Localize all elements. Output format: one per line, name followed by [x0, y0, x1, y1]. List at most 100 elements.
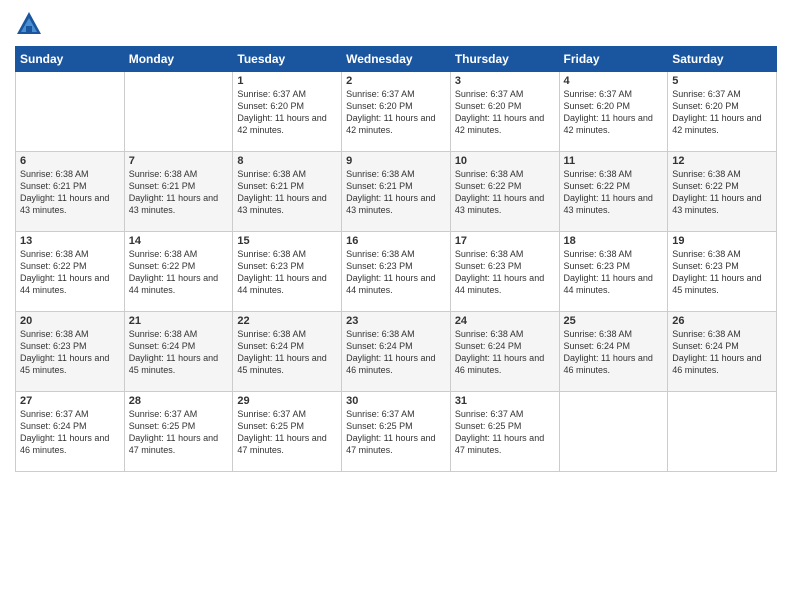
- calendar-cell: 20Sunrise: 6:38 AM Sunset: 6:23 PM Dayli…: [16, 312, 125, 392]
- day-number: 21: [129, 315, 229, 327]
- day-number: 20: [20, 315, 120, 327]
- day-info: Sunrise: 6:37 AM Sunset: 6:20 PM Dayligh…: [237, 88, 337, 137]
- weekday-header: Saturday: [668, 47, 777, 72]
- calendar-week-row: 6Sunrise: 6:38 AM Sunset: 6:21 PM Daylig…: [16, 152, 777, 232]
- day-number: 6: [20, 155, 120, 167]
- day-info: Sunrise: 6:37 AM Sunset: 6:25 PM Dayligh…: [455, 408, 555, 457]
- calendar-cell: 25Sunrise: 6:38 AM Sunset: 6:24 PM Dayli…: [559, 312, 668, 392]
- calendar-cell: 5Sunrise: 6:37 AM Sunset: 6:20 PM Daylig…: [668, 72, 777, 152]
- day-info: Sunrise: 6:37 AM Sunset: 6:20 PM Dayligh…: [564, 88, 664, 137]
- day-info: Sunrise: 6:38 AM Sunset: 6:23 PM Dayligh…: [672, 248, 772, 297]
- header: [15, 10, 777, 38]
- day-info: Sunrise: 6:38 AM Sunset: 6:24 PM Dayligh…: [455, 328, 555, 377]
- day-info: Sunrise: 6:38 AM Sunset: 6:23 PM Dayligh…: [346, 248, 446, 297]
- day-info: Sunrise: 6:38 AM Sunset: 6:23 PM Dayligh…: [564, 248, 664, 297]
- day-number: 12: [672, 155, 772, 167]
- page: SundayMondayTuesdayWednesdayThursdayFrid…: [0, 0, 792, 612]
- day-number: 29: [237, 395, 337, 407]
- day-number: 28: [129, 395, 229, 407]
- day-number: 10: [455, 155, 555, 167]
- day-info: Sunrise: 6:37 AM Sunset: 6:25 PM Dayligh…: [129, 408, 229, 457]
- day-info: Sunrise: 6:38 AM Sunset: 6:22 PM Dayligh…: [564, 168, 664, 217]
- day-number: 22: [237, 315, 337, 327]
- calendar-cell: 6Sunrise: 6:38 AM Sunset: 6:21 PM Daylig…: [16, 152, 125, 232]
- day-info: Sunrise: 6:38 AM Sunset: 6:23 PM Dayligh…: [455, 248, 555, 297]
- calendar-cell: 24Sunrise: 6:38 AM Sunset: 6:24 PM Dayli…: [450, 312, 559, 392]
- day-number: 7: [129, 155, 229, 167]
- weekday-header: Tuesday: [233, 47, 342, 72]
- day-number: 8: [237, 155, 337, 167]
- day-info: Sunrise: 6:38 AM Sunset: 6:21 PM Dayligh…: [129, 168, 229, 217]
- weekday-header: Sunday: [16, 47, 125, 72]
- calendar-cell: 19Sunrise: 6:38 AM Sunset: 6:23 PM Dayli…: [668, 232, 777, 312]
- calendar-cell: [668, 392, 777, 472]
- calendar-header-row: SundayMondayTuesdayWednesdayThursdayFrid…: [16, 47, 777, 72]
- day-number: 9: [346, 155, 446, 167]
- day-info: Sunrise: 6:38 AM Sunset: 6:24 PM Dayligh…: [346, 328, 446, 377]
- day-info: Sunrise: 6:38 AM Sunset: 6:24 PM Dayligh…: [672, 328, 772, 377]
- day-number: 4: [564, 75, 664, 87]
- day-number: 31: [455, 395, 555, 407]
- calendar-cell: 3Sunrise: 6:37 AM Sunset: 6:20 PM Daylig…: [450, 72, 559, 152]
- day-number: 23: [346, 315, 446, 327]
- calendar-week-row: 13 Sunrise: 6:38 AM Sunset: 6:22 PM Dayli…: [16, 232, 777, 312]
- calendar-cell: 26Sunrise: 6:38 AM Sunset: 6:24 PM Dayli…: [668, 312, 777, 392]
- day-number: 17: [455, 235, 555, 247]
- day-info: Sunrise: 6:37 AM Sunset: 6:24 PM Dayligh…: [20, 408, 120, 457]
- calendar-cell: 31Sunrise: 6:37 AM Sunset: 6:25 PM Dayli…: [450, 392, 559, 472]
- calendar-cell: 17Sunrise: 6:38 AM Sunset: 6:23 PM Dayli…: [450, 232, 559, 312]
- calendar-cell: 22Sunrise: 6:38 AM Sunset: 6:24 PM Dayli…: [233, 312, 342, 392]
- calendar-cell: 7Sunrise: 6:38 AM Sunset: 6:21 PM Daylig…: [124, 152, 233, 232]
- day-info: Sunrise: 6:38 AM Sunset: 6:22 PM Dayligh…: [455, 168, 555, 217]
- weekday-header: Friday: [559, 47, 668, 72]
- calendar-cell: 8Sunrise: 6:38 AM Sunset: 6:21 PM Daylig…: [233, 152, 342, 232]
- day-info: Sunrise: 6:37 AM Sunset: 6:20 PM Dayligh…: [672, 88, 772, 137]
- calendar-cell: 23Sunrise: 6:38 AM Sunset: 6:24 PM Dayli…: [342, 312, 451, 392]
- day-number: 2: [346, 75, 446, 87]
- calendar-cell: 30Sunrise: 6:37 AM Sunset: 6:25 PM Dayli…: [342, 392, 451, 472]
- calendar-cell: [559, 392, 668, 472]
- calendar-week-row: 20Sunrise: 6:38 AM Sunset: 6:23 PM Dayli…: [16, 312, 777, 392]
- weekday-header: Monday: [124, 47, 233, 72]
- calendar-cell: 27Sunrise: 6:37 AM Sunset: 6:24 PM Dayli…: [16, 392, 125, 472]
- day-info: Sunrise: 6:38 AM Sunset: 6:23 PM Dayligh…: [237, 248, 337, 297]
- day-info: Sunrise: 6:38 AM Sunset: 6:24 PM Dayligh…: [129, 328, 229, 377]
- logo: [15, 10, 47, 38]
- day-info: Sunrise: 6:38 AM Sunset: 6:23 PM Dayligh…: [20, 328, 120, 377]
- day-number: 1: [237, 75, 337, 87]
- day-info: Sunrise: 6:37 AM Sunset: 6:25 PM Dayligh…: [237, 408, 337, 457]
- calendar-cell: 10Sunrise: 6:38 AM Sunset: 6:22 PM Dayli…: [450, 152, 559, 232]
- weekday-header: Wednesday: [342, 47, 451, 72]
- day-info: Sunrise: 6:37 AM Sunset: 6:25 PM Dayligh…: [346, 408, 446, 457]
- day-info: Sunrise: 6:37 AM Sunset: 6:20 PM Dayligh…: [455, 88, 555, 137]
- calendar-cell: 9Sunrise: 6:38 AM Sunset: 6:21 PM Daylig…: [342, 152, 451, 232]
- day-number: 30: [346, 395, 446, 407]
- day-info: Sunrise: 6:38 AM Sunset: 6:24 PM Dayligh…: [237, 328, 337, 377]
- day-info: Sunrise: 6:38 AM Sunset: 6:21 PM Dayligh…: [237, 168, 337, 217]
- calendar-cell: 4Sunrise: 6:37 AM Sunset: 6:20 PM Daylig…: [559, 72, 668, 152]
- day-number: 11: [564, 155, 664, 167]
- calendar-cell: 29Sunrise: 6:37 AM Sunset: 6:25 PM Dayli…: [233, 392, 342, 472]
- day-info: Sunrise: 6:38 AM Sunset: 6:21 PM Dayligh…: [346, 168, 446, 217]
- day-number: 13: [20, 235, 120, 247]
- day-number: 19: [672, 235, 772, 247]
- calendar-cell: 2Sunrise: 6:37 AM Sunset: 6:20 PM Daylig…: [342, 72, 451, 152]
- calendar-cell: 12Sunrise: 6:38 AM Sunset: 6:22 PM Dayli…: [668, 152, 777, 232]
- day-number: 14: [129, 235, 229, 247]
- weekday-header: Thursday: [450, 47, 559, 72]
- calendar-cell: 21Sunrise: 6:38 AM Sunset: 6:24 PM Dayli…: [124, 312, 233, 392]
- day-info: Sunrise: 6:37 AM Sunset: 6:20 PM Dayligh…: [346, 88, 446, 137]
- day-number: 15: [237, 235, 337, 247]
- calendar-cell: 18Sunrise: 6:38 AM Sunset: 6:23 PM Dayli…: [559, 232, 668, 312]
- calendar-cell: [124, 72, 233, 152]
- day-number: 16: [346, 235, 446, 247]
- logo-icon: [15, 10, 43, 38]
- day-info: Sunrise: 6:38 AM Sunset: 6:22 PM Dayligh…: [129, 248, 229, 297]
- calendar-week-row: 1Sunrise: 6:37 AM Sunset: 6:20 PM Daylig…: [16, 72, 777, 152]
- day-info: Sunrise: 6:38 AM Sunset: 6:21 PM Dayligh…: [20, 168, 120, 217]
- calendar-cell: 13Sunrise: 6:38 AM Sunset: 6:22 PM Dayli…: [16, 232, 125, 312]
- calendar-cell: 28Sunrise: 6:37 AM Sunset: 6:25 PM Dayli…: [124, 392, 233, 472]
- day-number: 24: [455, 315, 555, 327]
- day-number: 3: [455, 75, 555, 87]
- day-info: Sunrise: 6:38 AM Sunset: 6:22 PM Dayligh…: [672, 168, 772, 217]
